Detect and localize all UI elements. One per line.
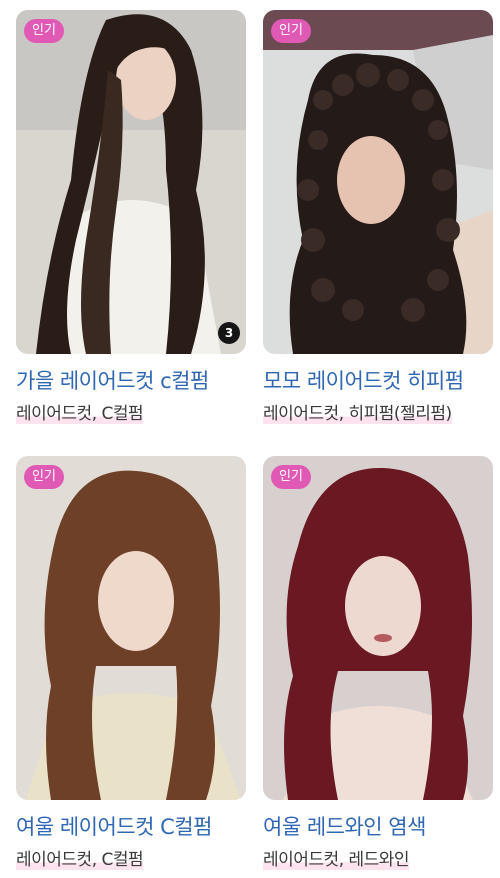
style-tags: 레이어드컷, 히피펌(젤리펌) (263, 404, 452, 424)
style-card[interactable]: 인기 여울 레이어드컷 C컬펌 레이어드컷, C컬펌 (16, 456, 246, 872)
popular-badge: 인기 (24, 465, 64, 489)
style-tags: 레이어드컷, C컬펌 (16, 404, 144, 424)
style-gallery-grid: 인기 3 가을 레이어드컷 c컬펌 레이어드컷, C컬펌 인기 모모 레이어드컷… (0, 0, 500, 878)
style-thumbnail[interactable]: 인기 (16, 456, 246, 800)
popular-badge: 인기 (271, 465, 311, 489)
style-card[interactable]: 인기 여울 레드와인 염색 레이어드컷, 레드와인 (263, 456, 493, 872)
photo-brown-layered-hair (16, 456, 246, 800)
style-card[interactable]: 인기 모모 레이어드컷 히피펌 레이어드컷, 히피펌(젤리펌) (263, 10, 493, 426)
style-title[interactable]: 여울 레드와인 염색 (263, 812, 493, 842)
style-title[interactable]: 여울 레이어드컷 C컬펌 (16, 812, 246, 842)
style-thumbnail[interactable]: 인기 3 (16, 10, 246, 354)
photo-count-badge: 3 (218, 322, 240, 344)
style-tags: 레이어드컷, C컬펌 (16, 850, 144, 870)
style-tags: 레이어드컷, 레드와인 (263, 850, 410, 870)
style-title[interactable]: 모모 레이어드컷 히피펌 (263, 366, 493, 396)
photo-wine-red-layered-hair (263, 456, 493, 800)
style-thumbnail[interactable]: 인기 (263, 456, 493, 800)
popular-badge: 인기 (271, 19, 311, 43)
photo-curly-dark-hair (263, 10, 493, 354)
style-card[interactable]: 인기 3 가을 레이어드컷 c컬펌 레이어드컷, C컬펌 (16, 10, 246, 426)
photo-long-dark-layered-hair (16, 10, 246, 354)
style-thumbnail[interactable]: 인기 (263, 10, 493, 354)
popular-badge: 인기 (24, 19, 64, 43)
style-title[interactable]: 가을 레이어드컷 c컬펌 (16, 366, 246, 396)
